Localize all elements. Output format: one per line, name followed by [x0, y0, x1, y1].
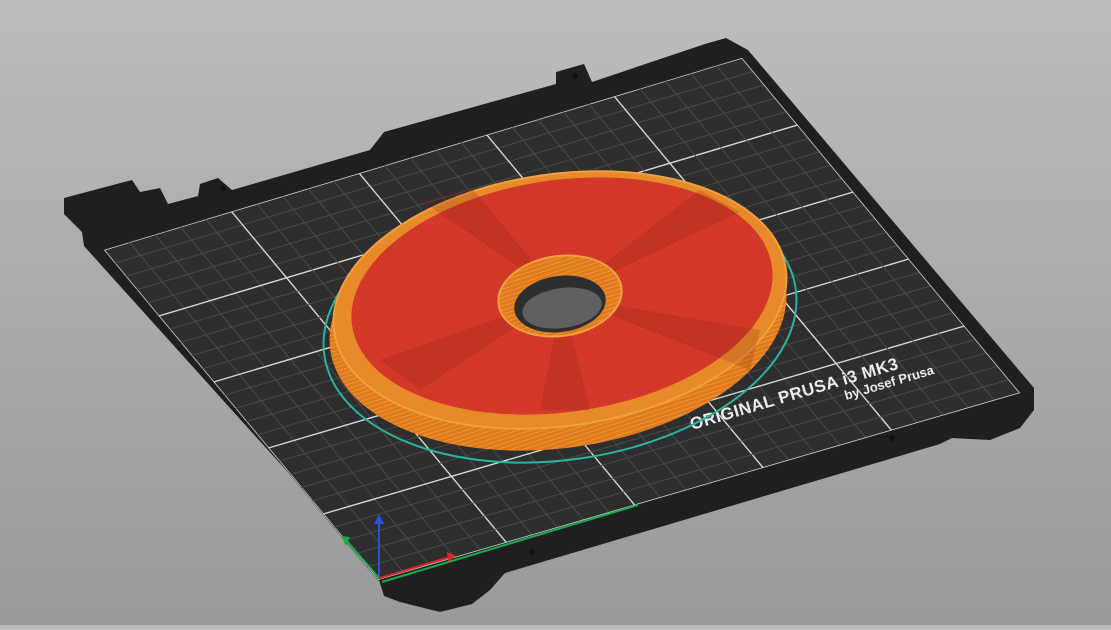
scene[interactable]: ORIGINAL PRUSA i3 MK3 by Josef Prusa — [0, 0, 1111, 625]
bed-mount-hole — [220, 185, 226, 191]
3d-viewport[interactable]: ORIGINAL PRUSA i3 MK3 by Josef Prusa — [0, 0, 1111, 625]
bed-mount-hole — [572, 73, 578, 79]
bed-mount-hole — [529, 549, 535, 555]
bed-mount-hole — [889, 435, 895, 441]
